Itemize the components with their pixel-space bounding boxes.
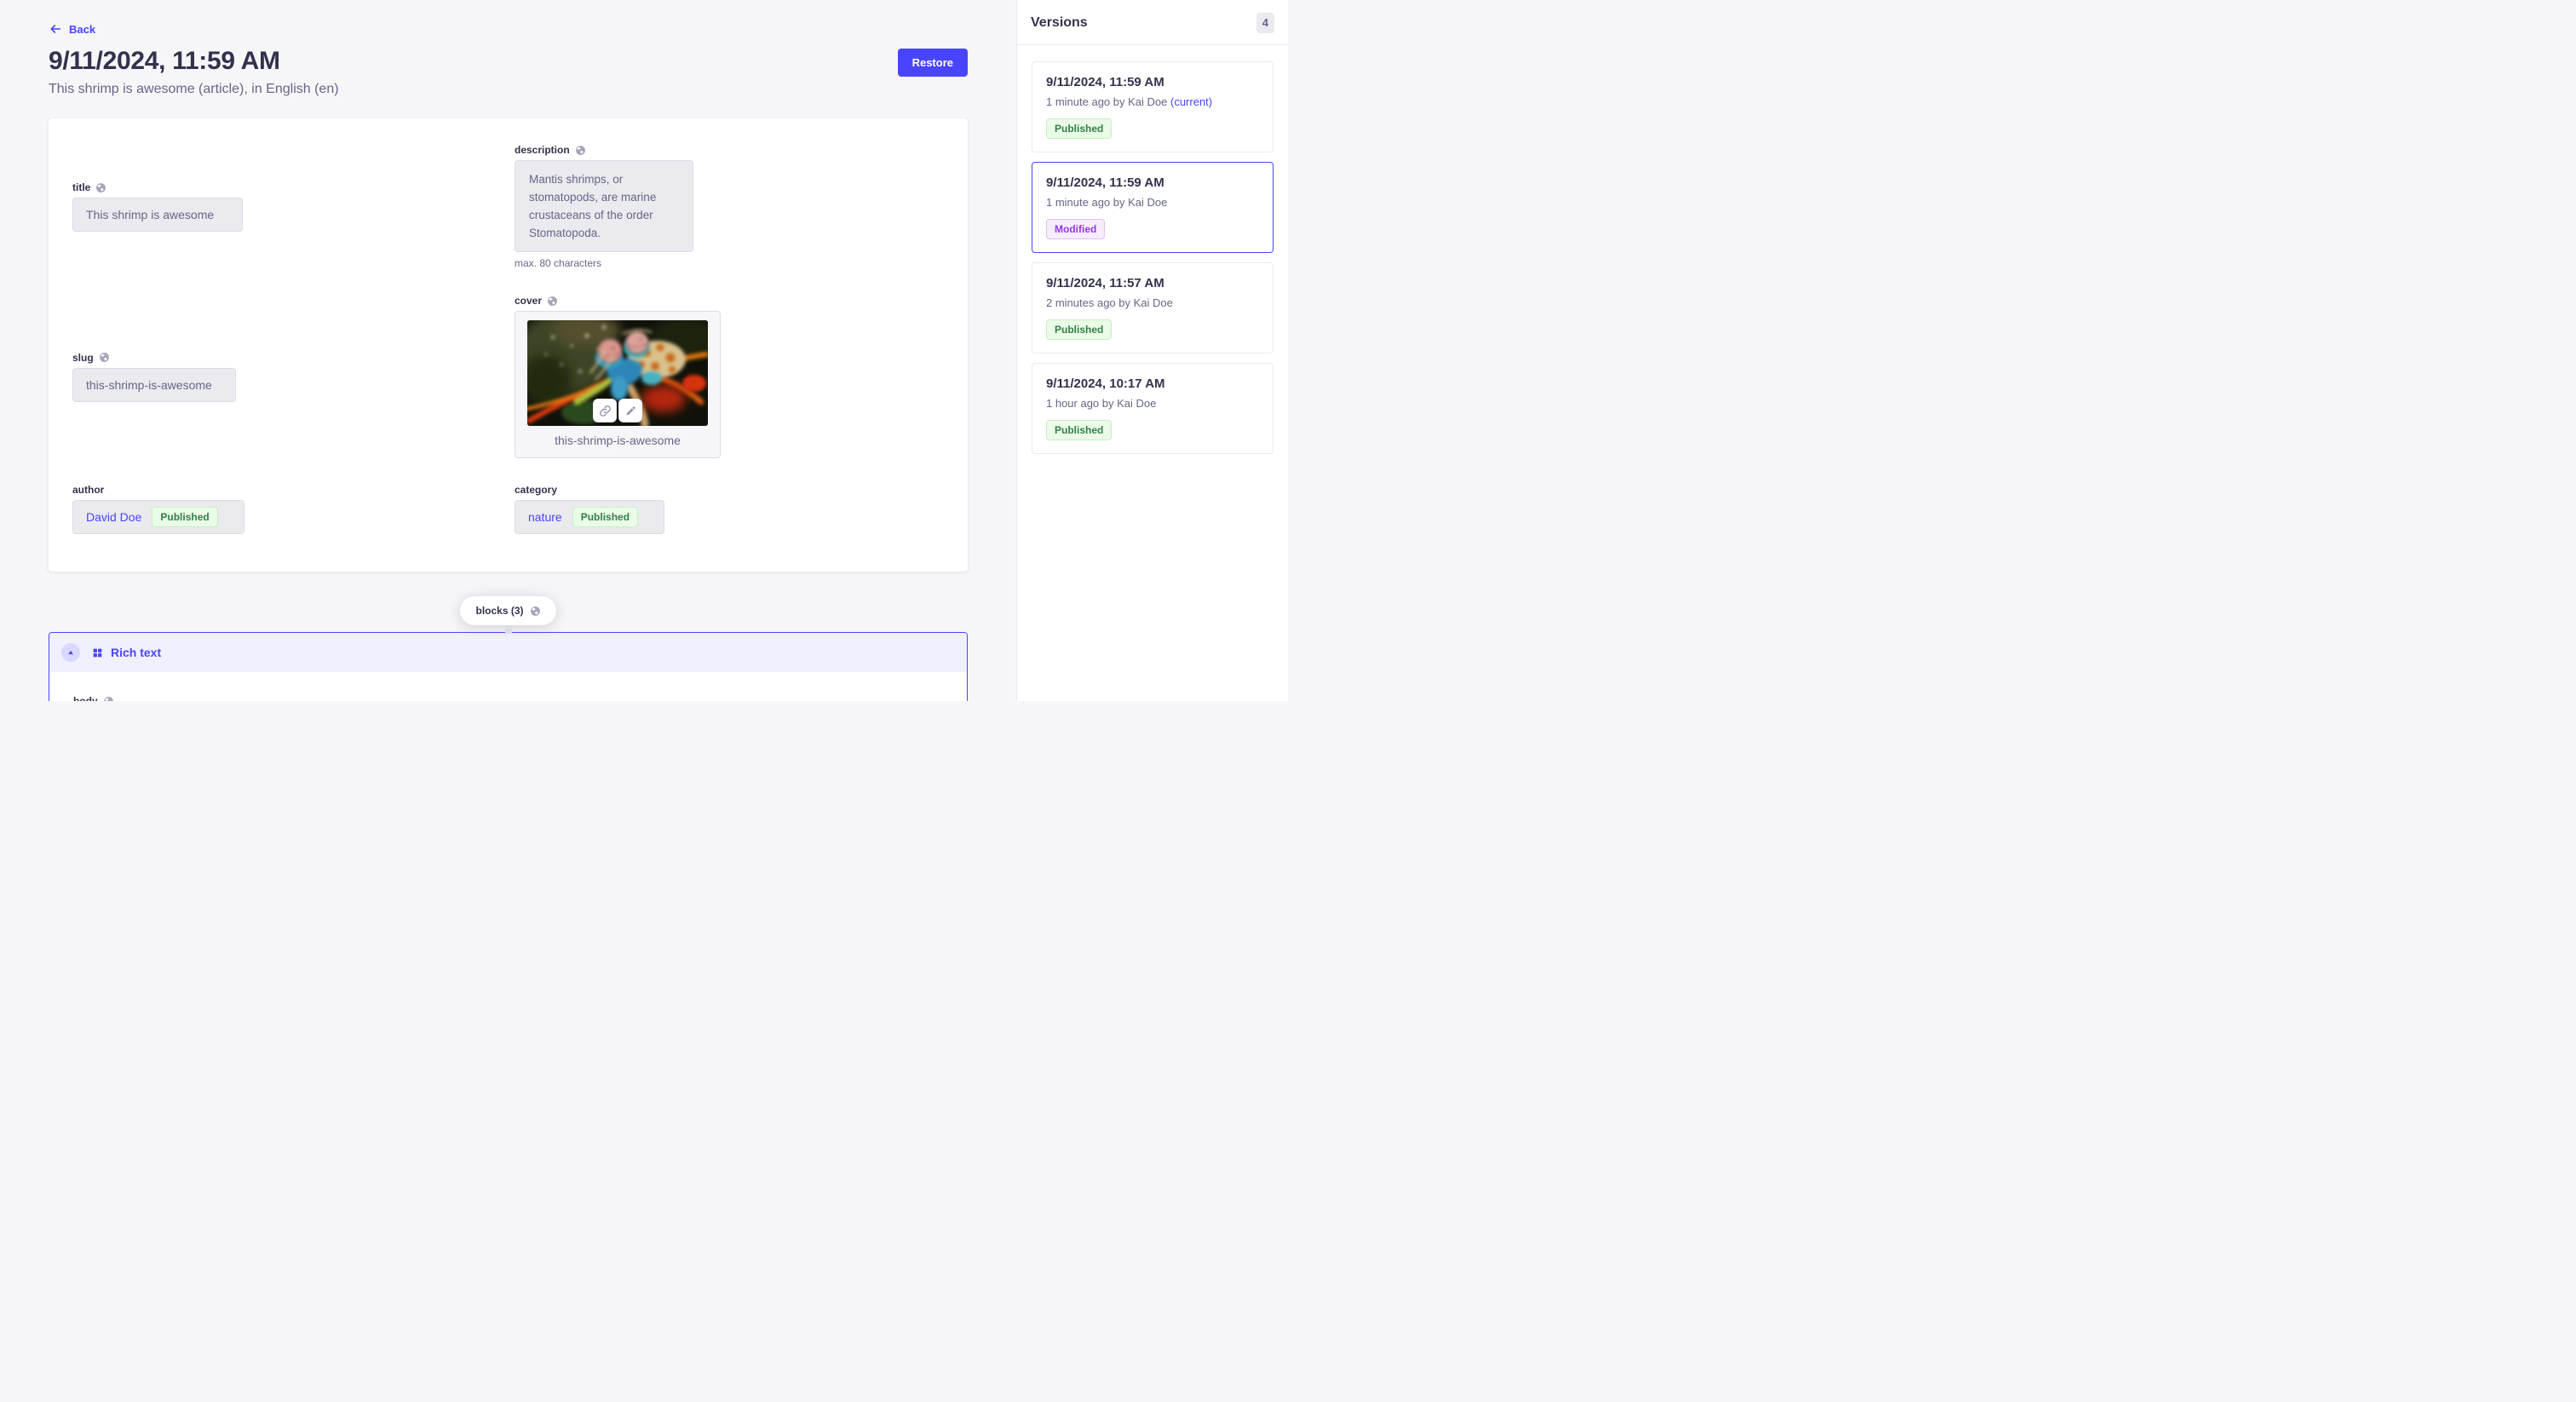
field-slug-label: slug xyxy=(72,352,94,364)
version-meta: 1 hour ago by Kai Doe xyxy=(1046,397,1156,410)
blocks-pill[interactable]: blocks (3) xyxy=(460,596,555,625)
author-status-badge: Published xyxy=(152,507,217,527)
description-textarea[interactable]: Mantis shrimps, or stomatopods, are mari… xyxy=(515,160,693,252)
copy-link-button[interactable] xyxy=(593,399,617,422)
field-slug: slug this-shrimp-is-awesome xyxy=(72,352,236,402)
versions-sidebar: Versions 4 9/11/2024, 11:59 AM 1 minute … xyxy=(1016,0,1288,701)
version-meta: 1 minute ago by Kai Doe xyxy=(1046,196,1167,209)
page-subtitle: This shrimp is awesome (article), in Eng… xyxy=(49,82,339,97)
version-status-badge: Modified xyxy=(1046,219,1105,239)
author-relation-link[interactable]: David Doe xyxy=(86,510,141,524)
field-body-label: body xyxy=(73,695,98,701)
versions-title: Versions xyxy=(1031,15,1088,31)
field-category-label: category xyxy=(515,484,557,496)
link-icon xyxy=(599,405,612,417)
back-label: Back xyxy=(69,23,95,36)
page-title: 9/11/2024, 11:59 AM xyxy=(49,47,339,76)
arrow-left-icon xyxy=(49,22,62,36)
block-connector-line xyxy=(505,625,512,634)
globe-icon xyxy=(547,296,558,307)
field-title-label: title xyxy=(72,181,90,193)
pencil-icon xyxy=(624,405,637,417)
description-hint: max. 80 characters xyxy=(515,257,693,269)
version-status-badge: Published xyxy=(1046,118,1112,139)
version-meta: 2 minutes ago by Kai Doe xyxy=(1046,296,1173,309)
category-relation-link[interactable]: nature xyxy=(528,510,562,524)
version-meta: 1 minute ago by Kai Doe xyxy=(1046,95,1167,108)
grid-icon xyxy=(92,647,103,658)
field-description-label: description xyxy=(515,144,570,156)
category-relation-box: nature Published xyxy=(515,500,664,534)
cover-image xyxy=(527,320,708,426)
cover-caption: this-shrimp-is-awesome xyxy=(527,434,708,447)
history-page: Back 9/11/2024, 11:59 AM This shrimp is … xyxy=(0,0,1288,701)
restore-button[interactable]: Restore xyxy=(898,49,968,77)
cover-asset-card: this-shrimp-is-awesome xyxy=(515,311,721,458)
version-card[interactable]: 9/11/2024, 11:59 AM 1 minute ago by Kai … xyxy=(1032,61,1274,152)
globe-icon xyxy=(99,352,110,363)
title-row: 9/11/2024, 11:59 AM This shrimp is aweso… xyxy=(49,47,968,97)
version-date: 9/11/2024, 11:59 AM xyxy=(1046,175,1259,190)
main-content: Back 9/11/2024, 11:59 AM This shrimp is … xyxy=(0,0,1016,701)
version-form-card: title This shrimp is awesome description xyxy=(49,118,968,572)
version-date: 9/11/2024, 11:57 AM xyxy=(1046,276,1259,290)
version-card-selected[interactable]: 9/11/2024, 11:59 AM 1 minute ago by Kai … xyxy=(1032,162,1274,253)
back-link[interactable]: Back xyxy=(49,22,95,36)
title-input[interactable]: This shrimp is awesome xyxy=(72,198,243,232)
rich-text-block: Rich text body xyxy=(49,632,968,701)
rich-text-block-body: body xyxy=(49,672,967,701)
rich-text-block-title: Rich text xyxy=(111,646,161,659)
versions-count-badge: 4 xyxy=(1256,13,1274,33)
globe-icon xyxy=(103,696,114,702)
globe-icon xyxy=(530,606,541,617)
cover-actions xyxy=(593,399,642,422)
blocks-pill-label: blocks (3) xyxy=(475,605,523,617)
field-author: author David Doe Published xyxy=(72,484,244,534)
collapse-block-button[interactable] xyxy=(61,643,80,662)
slug-input[interactable]: this-shrimp-is-awesome xyxy=(72,368,236,402)
blocks-section-header: blocks (3) xyxy=(49,596,968,632)
triangle-up-icon xyxy=(66,648,75,657)
category-status-badge: Published xyxy=(572,507,638,527)
version-date: 9/11/2024, 11:59 AM xyxy=(1046,75,1259,89)
globe-icon xyxy=(575,145,586,156)
globe-icon xyxy=(95,182,106,193)
field-category: category nature Published xyxy=(515,484,664,534)
version-date: 9/11/2024, 10:17 AM xyxy=(1046,376,1259,391)
version-status-badge: Published xyxy=(1046,319,1112,340)
edit-asset-button[interactable] xyxy=(618,399,642,422)
field-author-label: author xyxy=(72,484,104,496)
field-cover: cover xyxy=(515,295,721,458)
rich-text-block-header[interactable]: Rich text xyxy=(49,633,967,672)
author-relation-box: David Doe Published xyxy=(72,500,244,534)
version-card[interactable]: 9/11/2024, 10:17 AM 1 hour ago by Kai Do… xyxy=(1032,363,1274,454)
versions-header: Versions 4 xyxy=(1017,0,1288,44)
version-status-badge: Published xyxy=(1046,420,1112,440)
field-description: description Mantis shrimps, or stomatopo… xyxy=(515,144,693,269)
version-card[interactable]: 9/11/2024, 11:57 AM 2 minutes ago by Kai… xyxy=(1032,262,1274,353)
versions-list: 9/11/2024, 11:59 AM 1 minute ago by Kai … xyxy=(1017,45,1288,470)
version-current-label: (current) xyxy=(1170,95,1212,108)
field-title: title This shrimp is awesome xyxy=(72,181,243,232)
field-cover-label: cover xyxy=(515,295,542,307)
